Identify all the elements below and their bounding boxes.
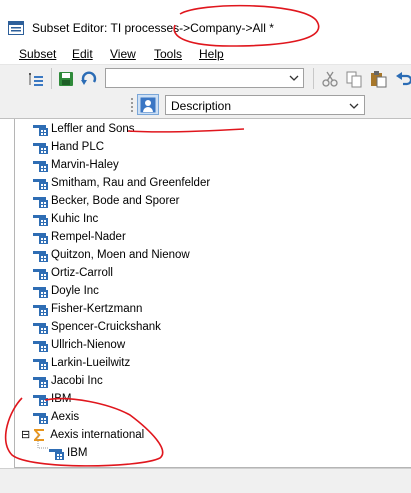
list-item-label: IBM [51,393,72,405]
list-item-label: Doyle Inc [51,285,99,297]
list-item[interactable]: Leffler and Sons [33,120,135,138]
paste-icon[interactable] [369,70,387,88]
leaf-element-icon [33,232,48,244]
menu-subset-label: Subset [19,47,57,61]
collapse-toggle-icon[interactable]: ⊟ [21,429,30,441]
window-title: Subset Editor: TI processes->Company->Al… [32,21,274,35]
list-item-label: Jacobi Inc [51,375,103,387]
list-item[interactable]: Kuhic Inc [33,210,98,228]
list-item-label: Hand PLC [51,141,105,153]
menu-subset[interactable]: Subset [19,47,56,61]
leaf-element-icon [33,178,48,190]
main-toolbar [0,65,411,93]
list-item[interactable]: IBM [37,435,88,462]
list-item-label: Spencer-Cruickshank [51,321,161,333]
leaf-element-icon [33,214,48,226]
leaf-element-icon [33,142,48,154]
list-item[interactable]: Marvin-Haley [33,156,119,174]
leaf-element-icon [33,196,48,208]
subset-editor-app-icon [8,21,24,35]
status-bar [0,468,411,493]
alias-person-icon [140,97,156,113]
menu-view-label: View [110,47,136,61]
list-item-label: Ortiz-Carroll [51,267,113,279]
list-item-label: Quitzon, Moen and Nienow [51,249,190,261]
leaf-element-icon [33,340,48,352]
leaf-element-icon [33,160,48,172]
leaf-element-icon [33,304,48,316]
leaf-element-icon [33,286,48,298]
leaf-element-icon [33,250,48,262]
menu-tools[interactable]: Tools [154,47,182,61]
list-item[interactable]: Jacobi Inc [33,372,103,390]
cut-icon[interactable] [321,70,339,88]
list-item[interactable]: Doyle Inc [33,282,99,300]
list-item[interactable]: IBM [33,390,71,408]
list-item[interactable]: Larkin-Lueilwitz [33,354,130,372]
copy-icon[interactable] [345,70,363,88]
list-item[interactable]: Spencer-Cruickshank [33,318,161,336]
list-item-label: Aexis international [50,429,145,441]
menu-bar: Subset Edit View Tools Help [0,44,411,65]
menu-help-label: Help [199,47,224,61]
title-bar: Subset Editor: TI processes->Company->Al… [0,0,411,44]
toolbar-separator [313,68,314,89]
menu-edit[interactable]: Edit [72,47,93,61]
leaf-element-icon [33,376,48,388]
list-item[interactable]: Aexis [33,408,79,426]
leaf-element-icon [33,124,48,136]
list-item-label: Ullrich-Nienow [51,339,126,351]
menu-edit-label: Edit [72,47,93,61]
menu-tools-label: Tools [154,47,183,61]
alias-toolbar: Description [0,92,411,119]
save-icon[interactable] [57,70,75,88]
leaf-element-icon [33,394,48,406]
list-item-label: Marvin-Haley [51,159,119,171]
alias-select-value: Description [171,99,232,113]
leaf-element-icon [33,412,48,424]
list-item-label: Becker, Bode and Sporer [51,195,180,207]
list-item[interactable]: Ortiz-Carroll [33,264,113,282]
list-item[interactable]: Ullrich-Nienow [33,336,125,354]
leaf-element-icon [33,358,48,370]
toolbar-separator [51,68,52,89]
list-item[interactable]: Smitham, Rau and Greenfelder [33,174,210,192]
menu-view[interactable]: View [110,47,136,61]
toolbar-grip-icon [131,98,133,112]
alias-select[interactable]: Description [165,95,365,115]
leaf-element-icon [33,322,48,334]
list-item[interactable]: Quitzon, Moen and Nienow [33,246,190,264]
list-item-label: Larkin-Lueilwitz [51,357,131,369]
undo-icon[interactable] [395,70,411,88]
list-item-label: Aexis [51,411,80,423]
list-item-label: IBM [67,447,88,459]
list-item-label: Fisher-Kertzmann [51,303,143,315]
outline-icon[interactable] [27,70,45,88]
alias-toggle-button[interactable] [137,94,159,115]
subset-element-list[interactable]: Leffler and Sons Hand PLC Marvin-Haley Smit… [14,119,411,468]
leaf-element-icon [49,448,64,460]
tree-connector-icon [37,435,49,449]
leaf-element-icon [33,268,48,280]
list-item[interactable]: Fisher-Kertzmann [33,300,142,318]
subset-combo[interactable] [105,68,304,88]
list-item[interactable]: Becker, Bode and Sporer [33,192,180,210]
menu-help[interactable]: Help [199,47,224,61]
chevron-down-icon [349,103,359,109]
list-item-label: Rempel-Nader [51,231,126,243]
list-item[interactable]: Hand PLC [33,138,104,156]
list-item-label: Smitham, Rau and Greenfelder [51,177,211,189]
list-item[interactable]: Rempel-Nader [33,228,126,246]
refresh-icon[interactable] [80,70,98,88]
list-item-label: Kuhic Inc [51,213,99,225]
chevron-down-icon [289,75,299,81]
list-item-label: Leffler and Sons [51,123,135,135]
